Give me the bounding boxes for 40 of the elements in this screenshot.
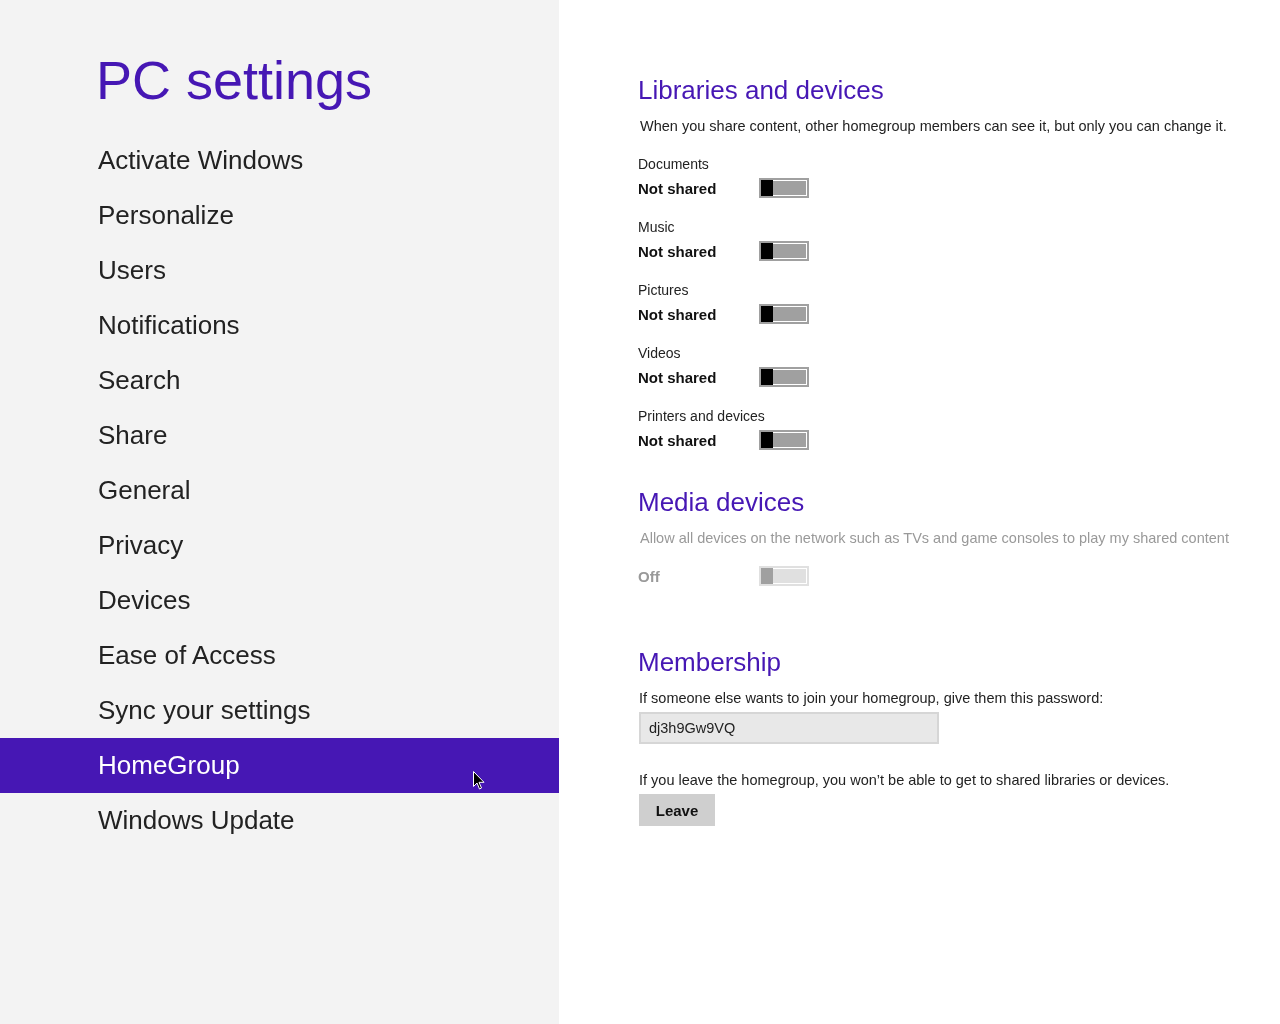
- setting-label: Pictures: [638, 282, 690, 298]
- leave-button[interactable]: Leave: [639, 794, 715, 826]
- setting-label: Music: [638, 219, 676, 235]
- setting-label: Printers and devices: [638, 408, 766, 424]
- nav-item[interactable]: Activate Windows: [0, 133, 559, 188]
- nav-item[interactable]: Privacy: [0, 518, 559, 573]
- toggle-switch[interactable]: [759, 178, 809, 198]
- nav-item[interactable]: Notifications: [0, 298, 559, 353]
- password-field[interactable]: dj3h9Gw9VQ: [639, 712, 939, 744]
- nav-item[interactable]: Users: [0, 243, 559, 298]
- setting-label: Documents: [638, 156, 710, 172]
- nav-item[interactable]: Personalize: [0, 188, 559, 243]
- section-heading: Libraries and devices: [638, 74, 885, 107]
- setting-label: Videos: [638, 345, 682, 361]
- toggle-switch[interactable]: [759, 430, 809, 450]
- nav-item[interactable]: HomeGroup: [0, 738, 559, 793]
- toggle-switch[interactable]: [759, 241, 809, 261]
- nav-item[interactable]: General: [0, 463, 559, 518]
- nav-item[interactable]: Search: [0, 353, 559, 408]
- page-title: PC settings: [96, 49, 374, 112]
- nav-item[interactable]: Ease of Access: [0, 628, 559, 683]
- leave-note: If you leave the homegroup, you won’t be able to get to shared libraries or devices.: [639, 772, 1171, 788]
- setting-status: Not shared: [638, 305, 718, 323]
- toggle-switch[interactable]: [759, 304, 809, 324]
- nav-item[interactable]: Share: [0, 408, 559, 463]
- nav-item[interactable]: Devices: [0, 573, 559, 628]
- section-description: Allow all devices on the network such as TVs and game consoles to play my shared content: [640, 530, 1230, 546]
- setting-status: Not shared: [638, 242, 718, 260]
- setting-status: Not shared: [638, 368, 718, 386]
- setting-status: Off: [638, 567, 661, 585]
- section-heading: Membership: [638, 646, 783, 679]
- section-heading: Media devices: [638, 486, 806, 519]
- setting-status: Not shared: [638, 179, 718, 197]
- setting-status: Not shared: [638, 431, 718, 449]
- mouse-pointer-icon: [473, 771, 485, 790]
- nav-item[interactable]: Windows Update: [0, 793, 559, 848]
- nav-item[interactable]: Sync your settings: [0, 683, 559, 738]
- toggle-switch[interactable]: [759, 367, 809, 387]
- section-description: When you share content, other homegroup members can see it, but only you can change it.: [640, 118, 1228, 134]
- password-prompt: If someone else wants to join your homegroup, give them this password:: [639, 690, 1105, 706]
